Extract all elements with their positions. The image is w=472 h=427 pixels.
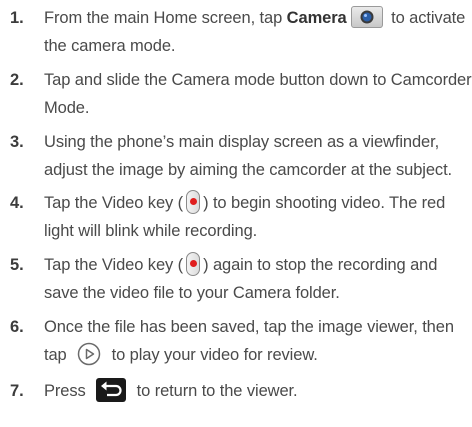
step-text-line: Tap and slide the Camera mode button dow… xyxy=(44,71,472,89)
step-number: 3. xyxy=(10,133,24,151)
step-text-line: Once the file has been saved, tap the im… xyxy=(44,318,454,336)
camera-label: Camera xyxy=(286,9,347,27)
step-number: 1. xyxy=(10,9,24,27)
play-circle-icon xyxy=(77,342,101,366)
back-arrow-icon xyxy=(96,378,127,403)
video-record-key-icon xyxy=(186,190,201,215)
step-text-line: tap to play your video for review. xyxy=(44,342,318,369)
step-text-line: light will blink while recording. xyxy=(44,222,258,240)
step-text-line: Mode. xyxy=(44,99,90,117)
step-number: 2. xyxy=(10,71,24,89)
step-text-line: Press to return to the viewer. xyxy=(44,378,298,405)
camera-app-icon xyxy=(350,6,383,29)
video-record-key-icon xyxy=(186,252,201,277)
step-text-line: save the video file to your Camera folde… xyxy=(44,284,340,302)
step-text-line: the camera mode. xyxy=(44,37,176,55)
step-text-line: adjust the image by aiming the camcorder… xyxy=(44,161,453,179)
step-number: 4. xyxy=(10,194,24,212)
step-number: 6. xyxy=(10,318,24,336)
step-text-line: From the main Home screen, tap Camera to… xyxy=(44,5,465,31)
step-text-line: Tap the Video key () again to stop the r… xyxy=(44,252,437,279)
step-number: 5. xyxy=(10,256,24,274)
step-text-line: Using the phone’s main display screen as… xyxy=(44,133,440,151)
step-number: 7. xyxy=(10,382,24,400)
step-text-line: Tap the Video key () to begin shooting v… xyxy=(44,190,445,217)
